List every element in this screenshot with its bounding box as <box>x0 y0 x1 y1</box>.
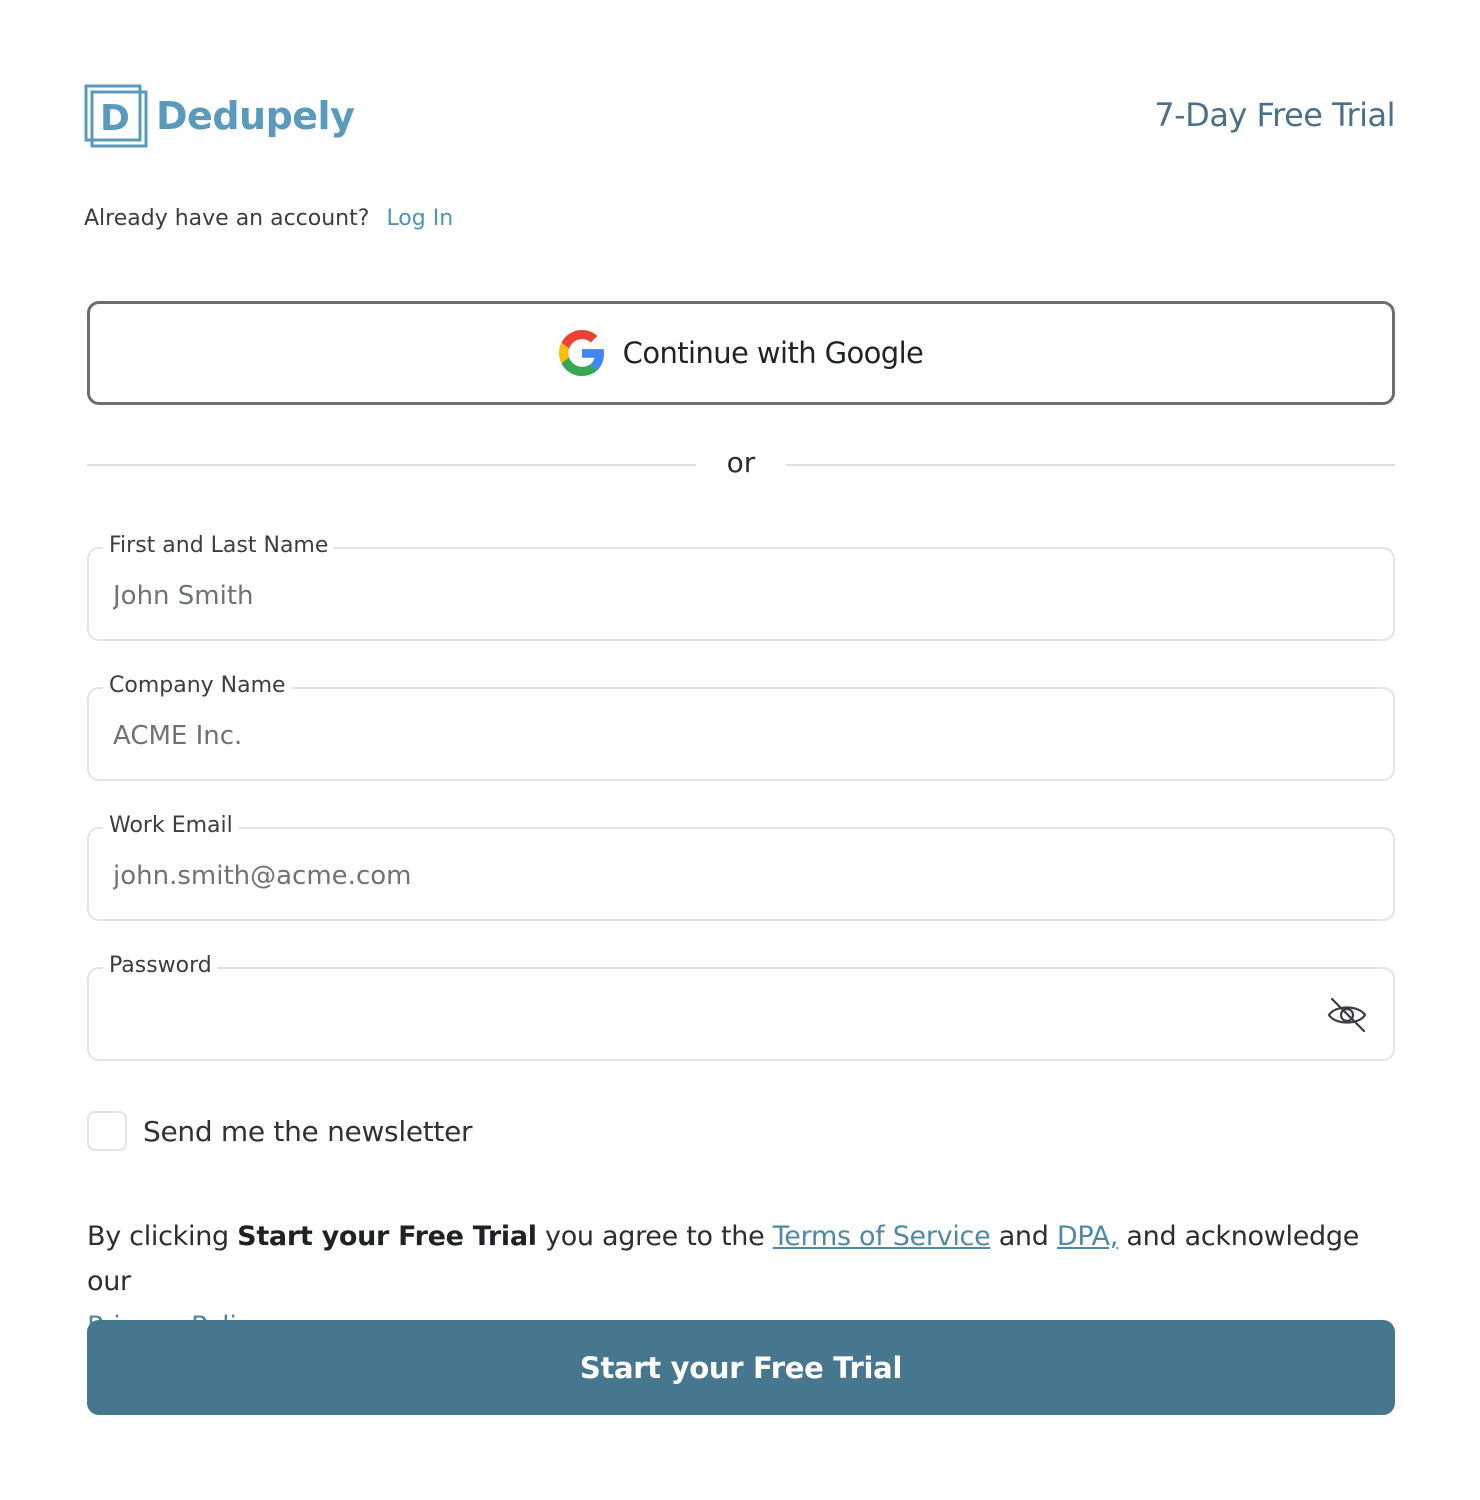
legal-and: and <box>998 1221 1049 1252</box>
email-field: Work Email <box>87 811 1395 921</box>
divider-line-right <box>786 464 1395 466</box>
or-divider: or <box>87 440 1395 490</box>
password-field: Password <box>87 951 1395 1061</box>
terms-of-service-link[interactable]: Terms of Service <box>773 1221 991 1252</box>
company-input[interactable] <box>113 711 1313 761</box>
name-field: First and Last Name <box>87 531 1395 641</box>
name-field-label: First and Last Name <box>103 531 335 561</box>
divider-label: or <box>726 446 756 479</box>
google-icon <box>558 330 604 376</box>
start-free-trial-button[interactable]: Start your Free Trial <box>87 1320 1395 1415</box>
login-prompt-row: Already have an account? Log In <box>84 206 453 231</box>
login-prompt-text: Already have an account? <box>84 206 370 231</box>
logo-letter: D <box>100 98 130 139</box>
newsletter-option: Send me the newsletter <box>87 1110 473 1152</box>
legal-middle: you agree to the <box>545 1221 765 1252</box>
password-field-label: Password <box>103 951 218 981</box>
password-input[interactable] <box>113 991 1313 1041</box>
brand-name: Dedupely <box>156 94 355 138</box>
header: D Dedupely 7-Day Free Trial <box>84 84 1395 148</box>
continue-with-google-button[interactable]: Continue with Google <box>87 301 1395 405</box>
newsletter-checkbox[interactable] <box>87 1111 127 1151</box>
email-input[interactable] <box>113 851 1313 901</box>
name-input[interactable] <box>113 571 1313 621</box>
start-free-trial-label: Start your Free Trial <box>579 1350 903 1385</box>
trial-label: 7-Day Free Trial <box>1154 96 1395 134</box>
eye-off-icon[interactable] <box>1325 993 1369 1037</box>
brand-logo[interactable]: D Dedupely <box>84 84 355 148</box>
company-field: Company Name <box>87 671 1395 781</box>
logo-mark-icon: D <box>84 84 148 148</box>
company-field-label: Company Name <box>103 671 292 701</box>
legal-prefix: By clicking <box>87 1221 229 1252</box>
dpa-link[interactable]: DPA, <box>1057 1221 1119 1252</box>
newsletter-label[interactable]: Send me the newsletter <box>143 1115 473 1148</box>
google-button-label: Continue with Google <box>622 336 924 370</box>
login-link[interactable]: Log In <box>386 206 453 231</box>
email-field-label: Work Email <box>103 811 239 841</box>
legal-cta-reference: Start your Free Trial <box>237 1221 537 1252</box>
